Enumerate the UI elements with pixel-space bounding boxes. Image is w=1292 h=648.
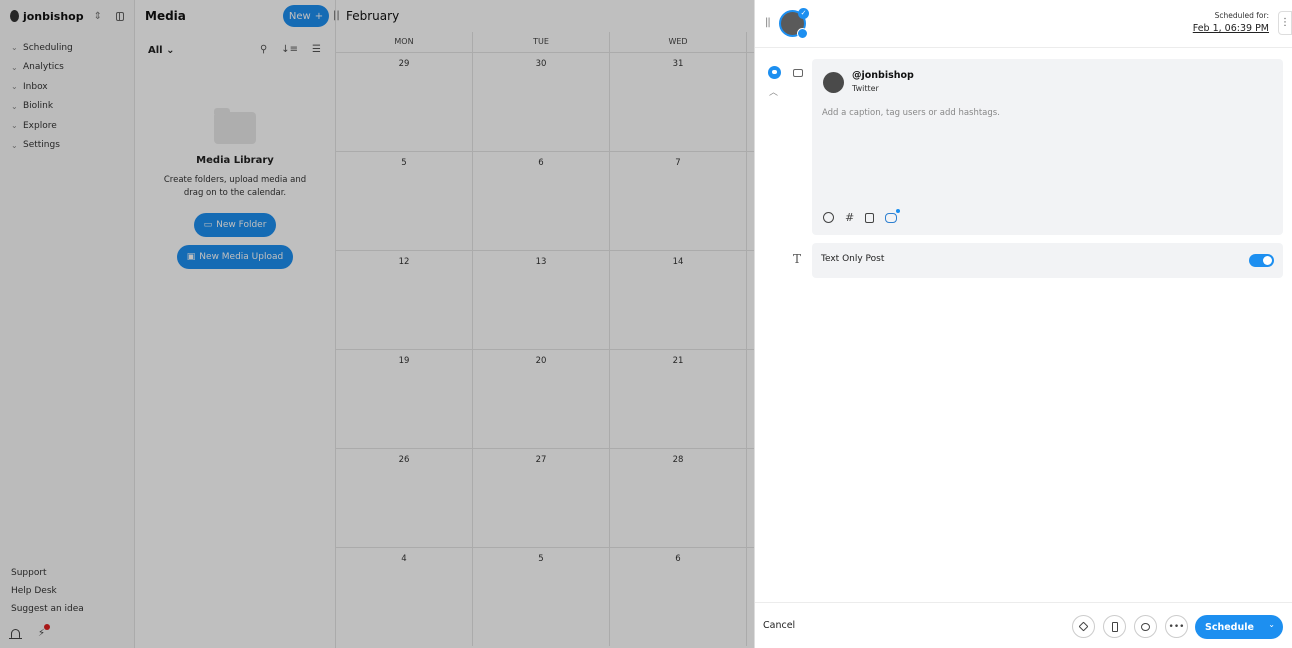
composer-footer: Cancel ••• Schedule ⌄ (755, 602, 1292, 648)
caption-input[interactable] (822, 108, 1262, 118)
text-icon: T (793, 252, 802, 266)
more-button[interactable]: ••• (1165, 615, 1188, 638)
composer-header: || ✓ Scheduled for: Feb 1, 06:39 PM ⋮ (755, 0, 1292, 48)
post-composer-drawer: || ✓ Scheduled for: Feb 1, 06:39 PM ⋮ ︿ … (754, 0, 1292, 648)
scheduled-for-label: Scheduled for: (1214, 11, 1269, 20)
account-network: Twitter (852, 84, 879, 93)
profile-avatar (823, 72, 844, 93)
text-only-label: Text Only Post (821, 254, 885, 264)
check-icon: ✓ (798, 8, 809, 19)
hashtag-icon[interactable]: # (845, 211, 854, 224)
chevron-up-icon[interactable]: ︿ (769, 85, 778, 98)
tag-icon (1078, 621, 1089, 632)
ai-assistant-icon[interactable] (885, 208, 901, 223)
scheduled-date[interactable]: Feb 1, 06:39 PM (1193, 23, 1269, 34)
post-editor-card: @jonbishop Twitter # (812, 59, 1283, 235)
more-options-icon[interactable]: ⋮ (1278, 11, 1292, 35)
twitter-badge-icon (797, 28, 808, 39)
chat-icon (1141, 622, 1150, 631)
copy-icon[interactable] (865, 212, 875, 223)
ellipsis-icon: ••• (1168, 621, 1185, 632)
modal-backdrop[interactable] (0, 0, 754, 648)
emoji-icon[interactable] (823, 212, 834, 223)
comment-icon[interactable] (793, 69, 803, 77)
account-handle: @jonbishop (852, 70, 914, 81)
chevron-down-icon[interactable]: ⌄ (1268, 620, 1275, 629)
account-avatar[interactable]: ✓ (779, 8, 809, 39)
tag-button[interactable] (1072, 615, 1095, 638)
phone-icon (1111, 621, 1118, 632)
text-only-post-row: Text Only Post (812, 243, 1283, 278)
cancel-button[interactable]: Cancel (763, 620, 795, 631)
schedule-button[interactable]: Schedule ⌄ (1195, 615, 1283, 639)
editor-toolbar: # (823, 208, 901, 224)
comment-button[interactable] (1134, 615, 1157, 638)
schedule-label: Schedule (1205, 621, 1254, 633)
twitter-icon[interactable] (768, 66, 781, 79)
text-only-toggle[interactable] (1249, 254, 1274, 267)
drag-handle-icon[interactable]: || (765, 17, 771, 28)
preview-button[interactable] (1103, 615, 1126, 638)
